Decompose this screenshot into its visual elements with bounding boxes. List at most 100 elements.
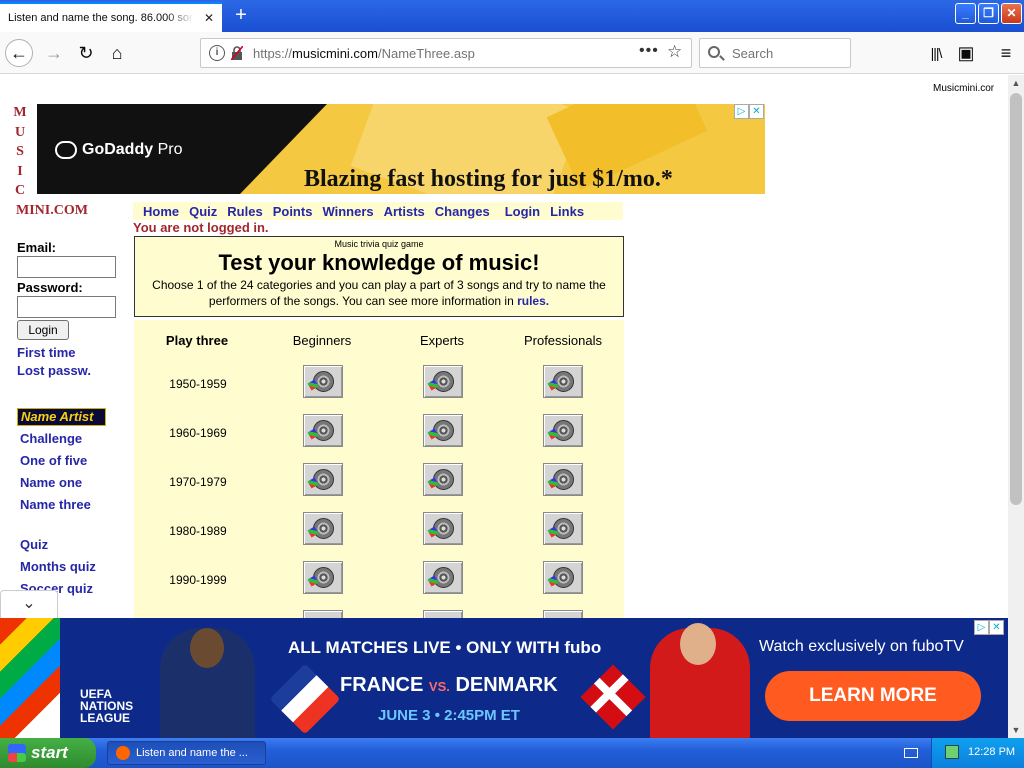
nations-league-logo: UEFA NATIONS LEAGUE: [80, 687, 134, 725]
search-placeholder: Search: [732, 46, 774, 61]
nav-links[interactable]: Links: [550, 204, 584, 219]
table-row: 1960-1969: [134, 414, 624, 454]
info-icon[interactable]: i: [209, 45, 225, 61]
play-experts-button[interactable]: [423, 512, 463, 545]
nav-rules[interactable]: Rules: [227, 204, 262, 219]
nav-login[interactable]: Login: [505, 204, 540, 219]
system-tray: 12:28 PM: [931, 738, 1024, 768]
login-status: You are not logged in.: [133, 220, 269, 235]
page-actions-icon[interactable]: •••: [639, 42, 659, 60]
play-experts-button[interactable]: [423, 414, 463, 447]
site-logo-domain[interactable]: MINI.COM: [16, 203, 88, 219]
play-beginners-button[interactable]: [303, 365, 343, 398]
lost-password-link[interactable]: Lost passw.: [17, 362, 127, 380]
ad-close-icon[interactable]: ✕: [749, 104, 764, 119]
column-header-professionals: Professionals: [523, 333, 603, 348]
bookmark-star-icon[interactable]: ☆: [667, 42, 682, 62]
side-link-quiz[interactable]: Quiz: [20, 534, 132, 556]
new-tab-button[interactable]: +: [228, 4, 254, 28]
browser-tab[interactable]: Listen and name the song. 86.000 songs ✕: [0, 2, 222, 32]
side-menu-games: Challenge One of five Name one Name thre…: [20, 428, 132, 516]
ad-collapse-chevron-icon[interactable]: ⌄: [0, 590, 58, 618]
play-beginners-button[interactable]: [303, 512, 343, 545]
side-link-challenge[interactable]: Challenge: [20, 428, 132, 450]
nav-changes[interactable]: Changes: [435, 204, 490, 219]
play-professionals-button[interactable]: [543, 512, 583, 545]
scroll-down-arrow-icon[interactable]: ▼: [1008, 722, 1024, 738]
login-button[interactable]: Login: [17, 320, 69, 340]
nav-quiz[interactable]: Quiz: [189, 204, 217, 219]
tab-close-icon[interactable]: ✕: [204, 11, 214, 25]
ad-headline: ALL MATCHES LIVE • ONLY WITH fubo: [288, 638, 602, 657]
password-field[interactable]: [17, 296, 116, 318]
play-beginners-button[interactable]: [303, 561, 343, 594]
play-experts-button[interactable]: [423, 561, 463, 594]
maximize-button[interactable]: ❐: [978, 3, 999, 24]
ad-decor-stripe: [0, 618, 60, 738]
bottom-banner-ad[interactable]: UEFA NATIONS LEAGUE ALL MATCHES LIVE • O…: [0, 618, 1008, 738]
close-window-button[interactable]: ✕: [1001, 3, 1022, 24]
nav-home[interactable]: Home: [143, 204, 179, 219]
name-artist-badge: Name Artist: [17, 408, 106, 426]
play-professionals-button[interactable]: [543, 463, 583, 496]
play-professionals-button[interactable]: [543, 365, 583, 398]
nav-points[interactable]: Points: [273, 204, 313, 219]
home-icon[interactable]: ⌂: [103, 39, 131, 67]
lock-icon: [231, 46, 243, 60]
nav-winners[interactable]: Winners: [322, 204, 373, 219]
play-experts-button[interactable]: [423, 365, 463, 398]
adchoices-icon[interactable]: ▷: [974, 620, 989, 635]
top-banner-ad[interactable]: GoDaddy Pro Blazing fast hosting for jus…: [37, 104, 765, 194]
reload-icon[interactable]: ↻: [72, 39, 100, 67]
scroll-up-arrow-icon[interactable]: ▲: [1008, 75, 1024, 91]
sidebar-icon[interactable]: ▣: [952, 39, 980, 67]
clock[interactable]: 12:28 PM: [968, 746, 1015, 758]
ad-close-icon[interactable]: ✕: [989, 620, 1004, 635]
search-icon: [708, 46, 720, 58]
logo-letter: M: [13, 105, 27, 120]
windows-logo-icon: [8, 744, 26, 762]
minimize-button[interactable]: _: [955, 3, 976, 24]
ad-headline: Blazing fast hosting for just $1/mo.*: [304, 166, 673, 192]
denmark-flag-icon: [580, 664, 646, 730]
adchoices-icon[interactable]: ▷: [734, 104, 749, 119]
back-arrow-icon[interactable]: ←: [5, 39, 33, 67]
hamburger-menu-icon[interactable]: ≡: [992, 39, 1020, 67]
taskbar-window-item[interactable]: Listen and name the ...: [107, 741, 266, 765]
site-nav: Home Quiz Rules Points Winners Artists C…: [133, 202, 623, 220]
nav-artists[interactable]: Artists: [384, 204, 425, 219]
side-link-name-one[interactable]: Name one: [20, 472, 132, 494]
play-experts-button[interactable]: [423, 463, 463, 496]
start-button[interactable]: start: [0, 738, 96, 768]
site-logo-vertical[interactable]: M U S I C: [13, 103, 27, 201]
scrollbar-thumb[interactable]: [1010, 93, 1022, 505]
play-professionals-button[interactable]: [543, 414, 583, 447]
decade-label: 1970-1979: [169, 475, 227, 489]
start-label: start: [31, 743, 68, 762]
play-beginners-button[interactable]: [303, 463, 343, 496]
email-field[interactable]: [17, 256, 116, 278]
login-form: Email: Password: Login First time Lost p…: [17, 240, 127, 380]
rules-link[interactable]: rules.: [517, 294, 549, 308]
learn-more-button[interactable]: LEARN MORE: [765, 671, 981, 721]
forward-arrow-icon[interactable]: →: [40, 39, 68, 67]
side-link-name-three[interactable]: Name three: [20, 494, 132, 516]
browser-toolbar: ← → ↻ ⌂ i https://musicmini.com/NameThre…: [0, 32, 1024, 74]
search-bar[interactable]: Search: [699, 38, 851, 68]
firefox-icon: [116, 746, 130, 760]
library-icon[interactable]: |||\: [922, 39, 950, 67]
table-row: 1980-1989: [134, 512, 624, 552]
taskbar-window-title: Listen and name the ...: [136, 747, 248, 759]
network-icon[interactable]: [945, 745, 959, 759]
address-bar[interactable]: i https://musicmini.com/NameThree.asp ••…: [200, 38, 692, 68]
keyboard-icon[interactable]: [904, 748, 918, 758]
first-time-link[interactable]: First time: [17, 344, 127, 362]
url-text[interactable]: https://musicmini.com/NameThree.asp: [253, 46, 475, 61]
browser-titlebar: Listen and name the song. 86.000 songs ✕…: [0, 0, 1024, 32]
play-professionals-button[interactable]: [543, 561, 583, 594]
side-link-one-of-five[interactable]: One of five: [20, 450, 132, 472]
table-row: 1950-1959: [134, 365, 624, 405]
vertical-scrollbar[interactable]: ▲ ▼: [1008, 75, 1024, 738]
play-beginners-button[interactable]: [303, 414, 343, 447]
side-link-months-quiz[interactable]: Months quiz: [20, 556, 132, 578]
